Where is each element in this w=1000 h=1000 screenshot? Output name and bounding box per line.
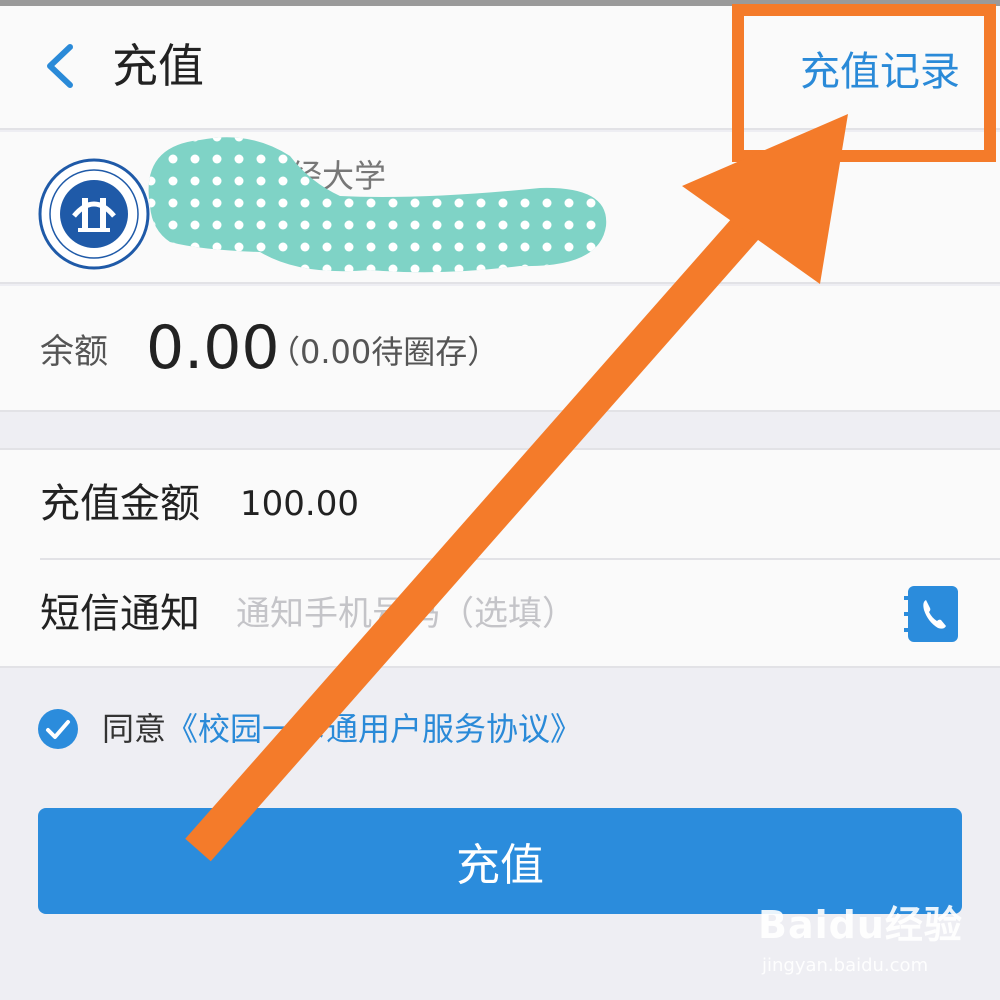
sms-label: 短信通知 (40, 591, 200, 637)
baidu-jingyan-watermark: Baidu经验 jingyan.baidu.com (758, 900, 978, 990)
recharge-records-link[interactable]: 充值记录 (800, 42, 960, 102)
recharge-form: 充值金额 100.00 短信通知 (0, 448, 1000, 668)
school-card: 经大学 (0, 132, 1000, 284)
recharge-submit-button[interactable]: 充值 (38, 808, 962, 914)
back-button[interactable] (30, 36, 90, 96)
phone-number-input[interactable] (236, 582, 856, 646)
sms-row: 短信通知 (0, 560, 1000, 668)
balance-label: 余额 (40, 332, 108, 372)
watermark-url: jingyan.baidu.com (762, 955, 929, 976)
balance-pending: （0.00待圈存） (268, 333, 500, 371)
school-emblem-icon (38, 158, 150, 270)
balance-value: 0.00 (146, 313, 280, 383)
agreement-row: 同意 《校园一卡通用户服务协议》 (38, 704, 582, 754)
amount-row[interactable]: 充值金额 100.00 (0, 450, 1000, 558)
page-title: 充值 (112, 39, 204, 93)
amount-label: 充值金额 (40, 481, 200, 527)
nav-header: 充值 充值记录 (0, 6, 1000, 130)
contact-book-icon[interactable] (904, 584, 962, 644)
redaction-scribble (148, 137, 607, 273)
chevron-left-icon (47, 44, 73, 88)
checkmark-circle-icon[interactable] (38, 709, 78, 749)
recharge-page: 充值 充值记录 经大学 余额 0.00 （0.00待圈存） 充值金额 100.0… (0, 0, 1000, 1000)
agreement-prefix: 同意 (102, 710, 167, 748)
watermark-brand: Baidu经验 (758, 903, 963, 947)
agreement-link[interactable]: 《校园一卡通用户服务协议》 (166, 707, 582, 751)
balance-panel: 余额 0.00 （0.00待圈存） (0, 286, 1000, 412)
amount-value[interactable]: 100.00 (240, 478, 359, 530)
